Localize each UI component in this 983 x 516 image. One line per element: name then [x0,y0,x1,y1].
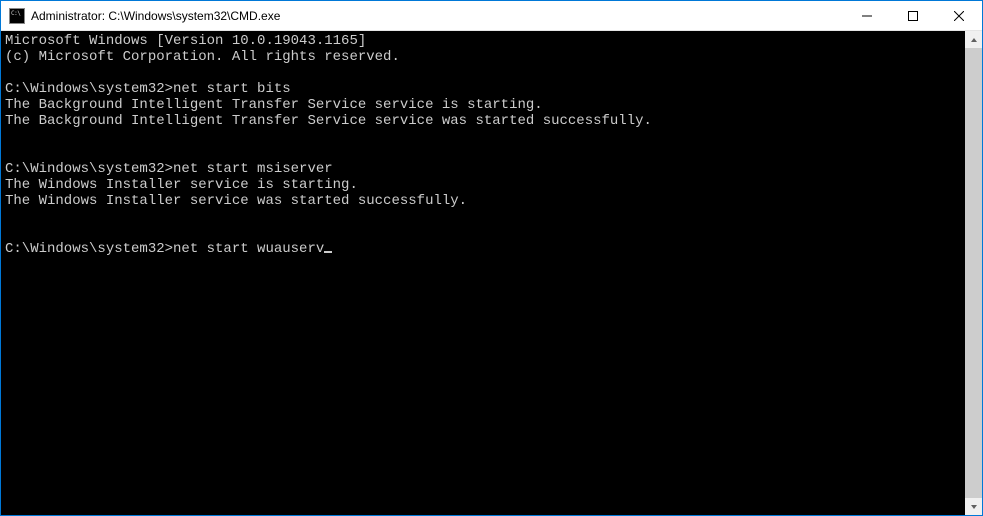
minimize-button[interactable] [844,1,890,30]
scroll-thumb[interactable] [965,48,982,498]
console-line: C:\Windows\system32>net start wuauserv [5,241,965,257]
scroll-up-button[interactable] [965,31,982,48]
scroll-down-button[interactable] [965,498,982,515]
console-line: Microsoft Windows [Version 10.0.19043.11… [5,33,965,49]
console-line [5,65,965,81]
console-line: C:\Windows\system32>net start msiserver [5,161,965,177]
vertical-scrollbar[interactable] [965,31,982,515]
console-line [5,209,965,225]
console-line: The Windows Installer service is startin… [5,177,965,193]
console-line: The Windows Installer service was starte… [5,193,965,209]
window-controls [844,1,982,30]
console-line [5,129,965,145]
console-line: The Background Intelligent Transfer Serv… [5,113,965,129]
titlebar[interactable]: Administrator: C:\Windows\system32\CMD.e… [1,1,982,31]
text-cursor [324,251,332,253]
cmd-window: Administrator: C:\Windows\system32\CMD.e… [1,1,982,515]
console-output[interactable]: Microsoft Windows [Version 10.0.19043.11… [1,31,965,515]
console-line [5,225,965,241]
scroll-track[interactable] [965,48,982,498]
cmd-icon [9,8,25,24]
window-title: Administrator: C:\Windows\system32\CMD.e… [31,9,280,23]
console-line [5,145,965,161]
console-line: C:\Windows\system32>net start bits [5,81,965,97]
close-button[interactable] [936,1,982,30]
maximize-button[interactable] [890,1,936,30]
console-line: (c) Microsoft Corporation. All rights re… [5,49,965,65]
client-area: Microsoft Windows [Version 10.0.19043.11… [1,31,982,515]
console-line: The Background Intelligent Transfer Serv… [5,97,965,113]
